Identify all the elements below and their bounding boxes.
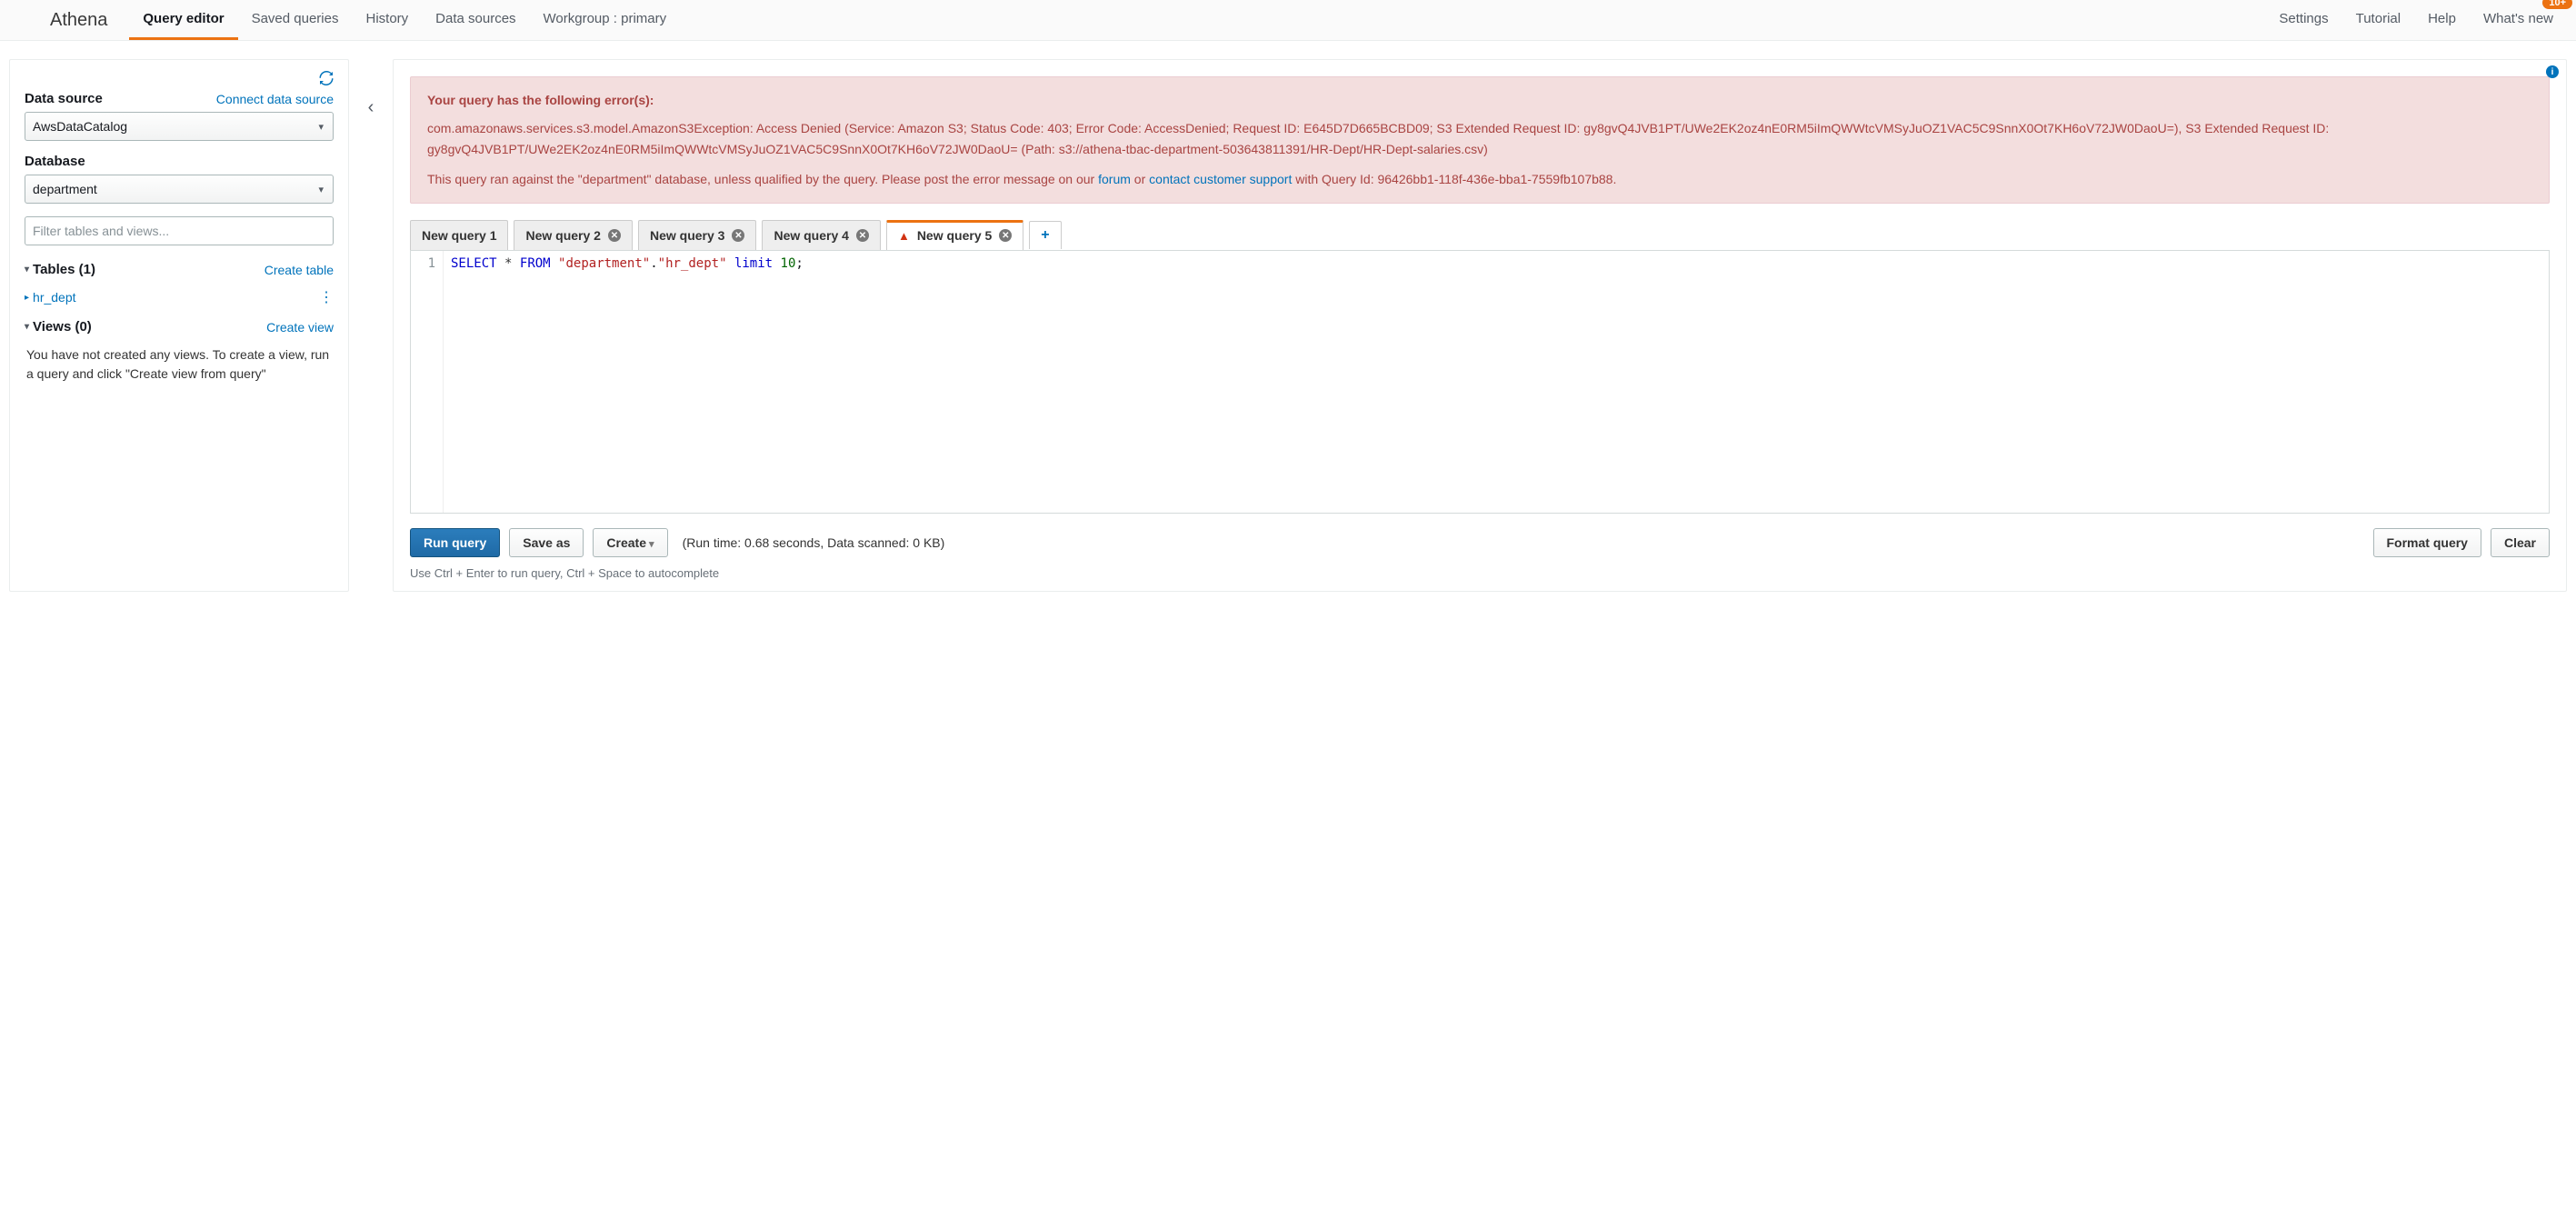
forum-link[interactable]: forum	[1098, 172, 1131, 186]
filter-input[interactable]	[25, 216, 334, 245]
nav-right: Settings Tutorial Help What's new 10+	[2265, 0, 2567, 40]
whats-new-badge: 10+	[2542, 0, 2572, 9]
error-footer: This query ran against the "department" …	[427, 169, 2532, 190]
action-row: Run query Save as Create (Run time: 0.68…	[410, 528, 2550, 557]
close-icon[interactable]: ✕	[856, 229, 869, 242]
support-link[interactable]: contact customer support	[1149, 172, 1292, 186]
table-row: ▸ hr_dept ⋮	[25, 285, 334, 319]
refresh-icon[interactable]	[319, 71, 334, 85]
sidebar-collapse-handle[interactable]: ‹	[362, 97, 380, 592]
save-as-button[interactable]: Save as	[509, 528, 584, 557]
close-icon[interactable]: ✕	[608, 229, 621, 242]
nav-settings[interactable]: Settings	[2265, 0, 2341, 40]
top-nav: Athena Query editor Saved queries Histor…	[0, 0, 2576, 41]
sidebar: Data source Connect data source AwsDataC…	[9, 59, 349, 592]
tab-label: New query 3	[650, 228, 724, 243]
close-icon[interactable]: ✕	[999, 229, 1012, 242]
nav-query-editor[interactable]: Query editor	[129, 0, 237, 40]
datasource-label: Data source	[25, 91, 103, 106]
nav-tutorial[interactable]: Tutorial	[2342, 0, 2414, 40]
create-table-link[interactable]: Create table	[265, 263, 334, 277]
error-body: com.amazonaws.services.s3.model.AmazonS3…	[427, 118, 2532, 160]
warning-icon: ▲	[898, 229, 910, 243]
nav-left: Query editor Saved queries History Data …	[129, 0, 2265, 40]
error-or: or	[1131, 172, 1149, 186]
main-panel: i Your query has the following error(s):…	[393, 59, 2567, 592]
token-db: "department"	[558, 256, 650, 271]
tables-header-text: Tables (1)	[33, 262, 95, 277]
add-tab-button[interactable]: +	[1029, 221, 1061, 249]
create-view-link[interactable]: Create view	[266, 320, 334, 335]
close-icon[interactable]: ✕	[732, 229, 744, 242]
views-empty-text: You have not created any views. To creat…	[25, 342, 334, 387]
hint-text: Use Ctrl + Enter to run query, Ctrl + Sp…	[410, 566, 2550, 580]
workspace: Data source Connect data source AwsDataC…	[0, 41, 2576, 610]
nav-whats-new[interactable]: What's new 10+	[2470, 0, 2567, 40]
create-dropdown[interactable]: Create	[593, 528, 667, 557]
tab-query-4[interactable]: New query 4 ✕	[762, 220, 880, 250]
whats-new-label: What's new	[2483, 11, 2553, 26]
database-label: Database	[25, 154, 85, 169]
chevron-left-icon: ‹	[368, 97, 374, 118]
error-footer-pre: This query ran against the "department" …	[427, 172, 1098, 186]
run-status: (Run time: 0.68 seconds, Data scanned: 0…	[683, 535, 945, 550]
table-menu-icon[interactable]: ⋮	[319, 288, 334, 306]
tab-label: New query 5	[917, 228, 992, 243]
tab-query-3[interactable]: New query 3 ✕	[638, 220, 756, 250]
error-box: Your query has the following error(s): c…	[410, 76, 2550, 204]
tab-query-2[interactable]: New query 2 ✕	[514, 220, 632, 250]
tab-label: New query 2	[525, 228, 600, 243]
info-icon[interactable]: i	[2546, 65, 2559, 78]
tabs-row: New query 1 New query 2 ✕ New query 3 ✕ …	[410, 220, 2550, 250]
brand: Athena	[50, 10, 107, 31]
tables-header[interactable]: ▾ Tables (1)	[25, 262, 95, 277]
caret-down-icon: ▾	[25, 265, 29, 275]
triangle-right-icon[interactable]: ▸	[25, 293, 29, 303]
kw-select: SELECT	[451, 256, 497, 271]
run-query-button[interactable]: Run query	[410, 528, 500, 557]
error-footer-post: with Query Id: 96426bb1-118f-436e-bba1-7…	[1292, 172, 1616, 186]
kw-from: FROM	[520, 256, 551, 271]
datasource-select[interactable]: AwsDataCatalog	[25, 112, 334, 141]
token-table: "hr_dept"	[658, 256, 727, 271]
caret-down-icon: ▾	[25, 322, 29, 332]
nav-workgroup[interactable]: Workgroup : primary	[530, 0, 681, 40]
editor-code[interactable]: SELECT * FROM "department"."hr_dept" lim…	[444, 251, 811, 513]
tab-label: New query 1	[422, 228, 496, 243]
datasource-value: AwsDataCatalog	[33, 119, 127, 134]
token-dot: .	[650, 256, 657, 271]
token-semi: ;	[795, 256, 803, 271]
connect-datasource-link[interactable]: Connect data source	[216, 92, 334, 106]
database-value: department	[33, 182, 97, 196]
views-header[interactable]: ▾ Views (0)	[25, 319, 92, 335]
sql-editor[interactable]: 1 SELECT * FROM "department"."hr_dept" l…	[410, 250, 2550, 514]
kw-limit: limit	[734, 256, 773, 271]
tab-label: New query 4	[774, 228, 848, 243]
error-title: Your query has the following error(s):	[427, 90, 2532, 111]
database-select[interactable]: department	[25, 175, 334, 204]
token-num: 10	[781, 256, 796, 271]
format-query-button[interactable]: Format query	[2373, 528, 2481, 557]
nav-history[interactable]: History	[352, 0, 422, 40]
clear-button[interactable]: Clear	[2491, 528, 2550, 557]
nav-saved-queries[interactable]: Saved queries	[238, 0, 353, 40]
nav-help[interactable]: Help	[2414, 0, 2470, 40]
nav-data-sources[interactable]: Data sources	[422, 0, 529, 40]
tab-query-1[interactable]: New query 1	[410, 220, 508, 250]
views-header-text: Views (0)	[33, 319, 92, 335]
table-name[interactable]: hr_dept	[33, 290, 75, 305]
token-star: *	[504, 256, 512, 271]
tab-query-5[interactable]: ▲ New query 5 ✕	[886, 220, 1023, 250]
editor-gutter: 1	[411, 251, 444, 513]
